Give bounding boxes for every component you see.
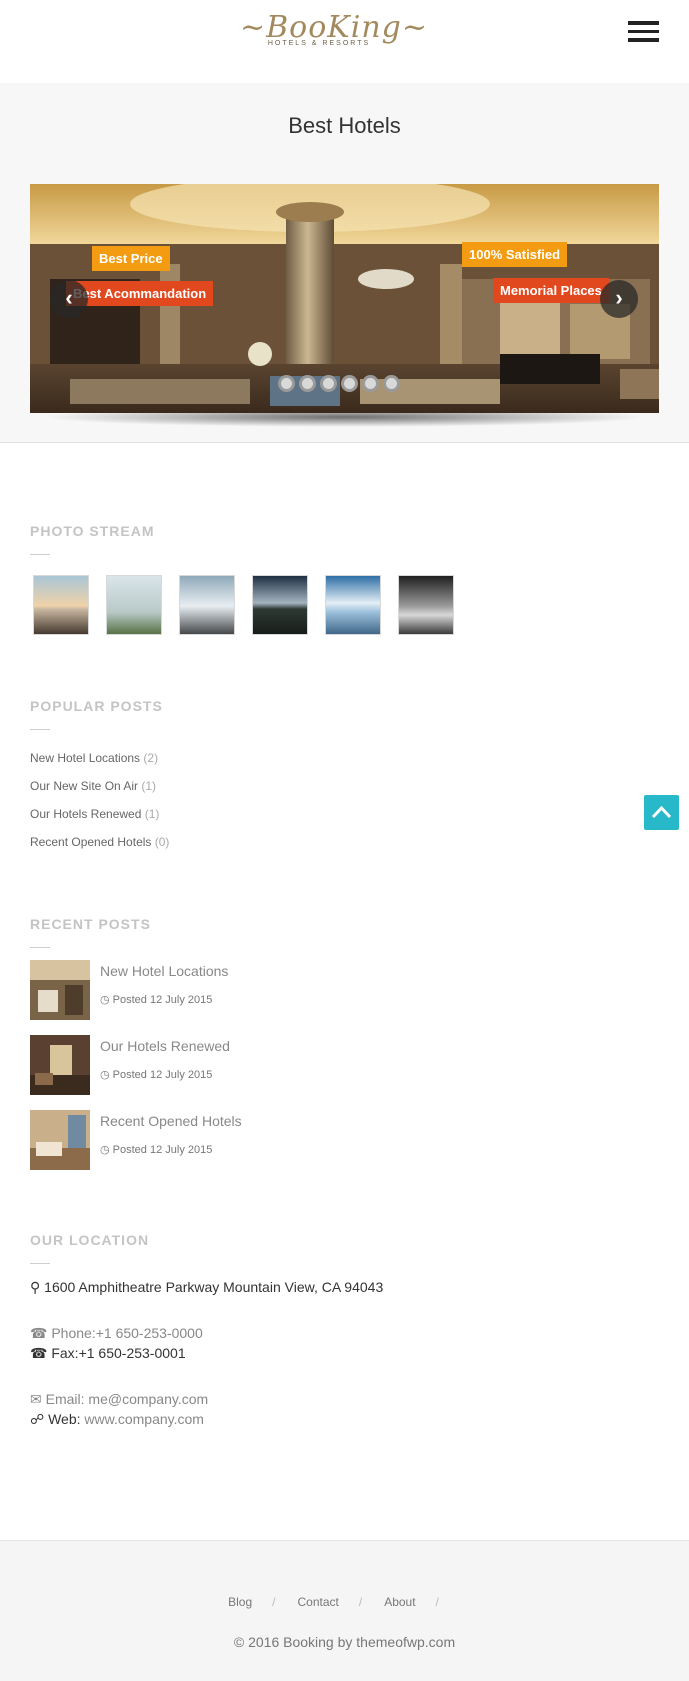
chevron-left-icon[interactable]: ‹ bbox=[50, 280, 88, 318]
footer-link-blog[interactable]: Blog bbox=[228, 1595, 252, 1609]
image-slider[interactable]: Best Price Best Acommandation 100% Satis… bbox=[30, 184, 659, 427]
post-date-text: Posted 12 July 2015 bbox=[112, 994, 213, 1006]
phone-line: ☎ Phone:+1 650-253-0000 bbox=[30, 1325, 203, 1342]
recent-post-thumb[interactable] bbox=[30, 960, 90, 1020]
popular-post-link[interactable]: Our New Site On Air bbox=[30, 779, 138, 793]
map-marker-icon: ⚲ bbox=[30, 1279, 41, 1295]
photo-stream-thumb[interactable] bbox=[106, 575, 162, 635]
recent-post-date: ◷ Posted 12 July 2015 bbox=[100, 1068, 212, 1081]
footer-separator: / bbox=[435, 1595, 439, 1609]
footer-separator: / bbox=[358, 1595, 363, 1609]
caption-best-accommodation: Best Acommandation bbox=[66, 281, 214, 306]
logo[interactable]: ~BooKing~ HOTELS & RESORTS bbox=[240, 12, 427, 54]
caption-best-price: Best Price bbox=[92, 246, 170, 271]
chevron-right-icon[interactable]: › bbox=[600, 280, 638, 318]
popular-post-item[interactable]: Our New Site On Air (1) bbox=[30, 779, 156, 793]
recent-post-date: ◷ Posted 12 July 2015 bbox=[100, 1143, 212, 1156]
photo-stream-thumb[interactable] bbox=[325, 575, 381, 635]
recent-post-title[interactable]: New Hotel Locations bbox=[100, 963, 228, 979]
photo-stream-heading: PHOTO STREAM bbox=[30, 523, 155, 539]
post-count: (1) bbox=[141, 779, 157, 793]
recent-posts-heading: RECENT POSTS bbox=[30, 916, 151, 932]
heading-divider bbox=[30, 729, 50, 730]
clock-icon: ◷ bbox=[100, 1144, 110, 1156]
popular-post-link[interactable]: Our Hotels Renewed bbox=[30, 807, 141, 821]
popular-post-item[interactable]: Recent Opened Hotels (0) bbox=[30, 835, 169, 849]
address-text: 1600 Amphitheatre Parkway Mountain View,… bbox=[44, 1279, 384, 1295]
slider-dot[interactable] bbox=[383, 375, 400, 392]
slider-dot[interactable] bbox=[299, 375, 316, 392]
photo-stream-thumb[interactable] bbox=[252, 575, 308, 635]
recent-post-thumb[interactable] bbox=[30, 1110, 90, 1170]
slider-dot[interactable] bbox=[278, 375, 295, 392]
web-label: Web: bbox=[48, 1411, 81, 1427]
phone-icon: ☎ bbox=[30, 1325, 48, 1341]
footer-nav: Blog / Contact / About / bbox=[0, 1595, 689, 1609]
site-footer: Blog / Contact / About / © 2016 Booking by th… bbox=[0, 1540, 689, 1681]
link-icon: ☍ bbox=[30, 1411, 45, 1427]
fax-line: ☎ Fax:+1 650-253-0001 bbox=[30, 1345, 186, 1362]
fax-text: Fax:+1 650-253-0001 bbox=[51, 1345, 186, 1361]
slider-dot[interactable] bbox=[362, 375, 379, 392]
email-line: ✉ Email: me@company.com bbox=[30, 1391, 208, 1408]
recent-post-thumb[interactable] bbox=[30, 1035, 90, 1095]
hero-section: Best Hotels Best Price Best Acommandatio… bbox=[0, 83, 689, 443]
popular-post-link[interactable]: New Hotel Locations bbox=[30, 751, 140, 765]
slider-dot[interactable] bbox=[320, 375, 337, 392]
post-count: (2) bbox=[143, 751, 159, 765]
footer-link-contact[interactable]: Contact bbox=[297, 1595, 338, 1609]
popular-post-link[interactable]: Recent Opened Hotels bbox=[30, 835, 151, 849]
phone-icon: ☎ bbox=[30, 1345, 48, 1361]
popular-post-item[interactable]: Our Hotels Renewed (1) bbox=[30, 807, 159, 821]
page-title: Best Hotels bbox=[288, 113, 401, 138]
site-header: ~BooKing~ HOTELS & RESORTS bbox=[0, 0, 689, 83]
phone-text: Phone:+1 650-253-0000 bbox=[51, 1325, 203, 1341]
caption-satisfied: 100% Satisfied bbox=[462, 242, 568, 267]
envelope-icon: ✉ bbox=[30, 1391, 42, 1407]
web-line: ☍ Web: www.company.com bbox=[30, 1411, 204, 1428]
popular-post-item[interactable]: New Hotel Locations (2) bbox=[30, 751, 158, 765]
caption-memorial-places: Memorial Places bbox=[493, 278, 609, 303]
clock-icon: ◷ bbox=[100, 994, 110, 1006]
location-heading: OUR LOCATION bbox=[30, 1232, 150, 1248]
heading-divider bbox=[30, 947, 50, 948]
slider-pagination bbox=[278, 375, 404, 393]
hamburger-icon[interactable] bbox=[628, 21, 659, 43]
popular-posts-heading: POPULAR POSTS bbox=[30, 698, 163, 714]
email-text[interactable]: Email: me@company.com bbox=[46, 1391, 209, 1407]
clock-icon: ◷ bbox=[100, 1069, 110, 1081]
photo-stream-thumb[interactable] bbox=[398, 575, 454, 635]
post-date-text: Posted 12 July 2015 bbox=[112, 1144, 213, 1156]
recent-post-date: ◷ Posted 12 July 2015 bbox=[100, 993, 212, 1006]
recent-post-title[interactable]: Our Hotels Renewed bbox=[100, 1038, 230, 1054]
post-date-text: Posted 12 July 2015 bbox=[112, 1069, 213, 1081]
address-line: ⚲ 1600 Amphitheatre Parkway Mountain Vie… bbox=[30, 1279, 383, 1296]
post-count: (1) bbox=[144, 807, 160, 821]
footer-separator: / bbox=[272, 1595, 276, 1609]
chevron-up-icon bbox=[651, 805, 672, 819]
scroll-to-top-button[interactable] bbox=[644, 795, 679, 830]
heading-divider bbox=[30, 1263, 50, 1264]
recent-post-title[interactable]: Recent Opened Hotels bbox=[100, 1113, 242, 1129]
footer-link-about[interactable]: About bbox=[384, 1595, 415, 1609]
photo-stream-thumb[interactable] bbox=[179, 575, 235, 635]
web-link[interactable]: www.company.com bbox=[84, 1411, 204, 1427]
photo-stream-thumb[interactable] bbox=[33, 575, 89, 635]
heading-divider bbox=[30, 554, 50, 555]
slider-dot[interactable] bbox=[341, 375, 358, 392]
copyright: © 2016 Booking by themeofwp.com bbox=[233, 1634, 456, 1650]
post-count: (0) bbox=[154, 835, 170, 849]
